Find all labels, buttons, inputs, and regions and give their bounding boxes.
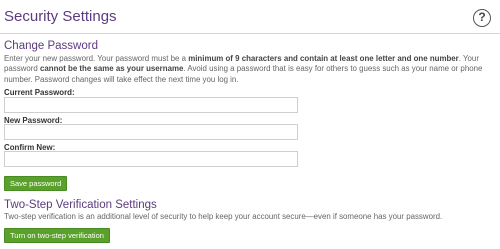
current-password-label: Current Password: xyxy=(4,88,75,97)
two-step-description: Two-step verification is an additional l… xyxy=(4,212,443,221)
save-password-button[interactable]: Save password xyxy=(4,176,68,191)
current-password-input[interactable] xyxy=(4,97,298,113)
new-password-input[interactable] xyxy=(4,124,298,140)
two-step-heading: Two-Step Verification Settings xyxy=(4,199,157,211)
page-title: Security Settings xyxy=(4,8,117,25)
change-password-description: Enter your new password. Your password m… xyxy=(4,54,492,85)
description-emphasis: minimum of 9 characters and contain at l… xyxy=(188,54,459,63)
confirm-new-input[interactable] xyxy=(4,151,298,167)
description-emphasis: cannot be the same as your username xyxy=(39,64,184,74)
change-password-heading: Change Password xyxy=(4,40,98,52)
title-divider xyxy=(0,33,500,34)
description-text: Enter your new password. Your password m… xyxy=(4,54,189,63)
help-icon[interactable]: ? xyxy=(473,9,491,27)
turn-on-two-step-button[interactable]: Turn on two-step verification xyxy=(4,228,110,243)
